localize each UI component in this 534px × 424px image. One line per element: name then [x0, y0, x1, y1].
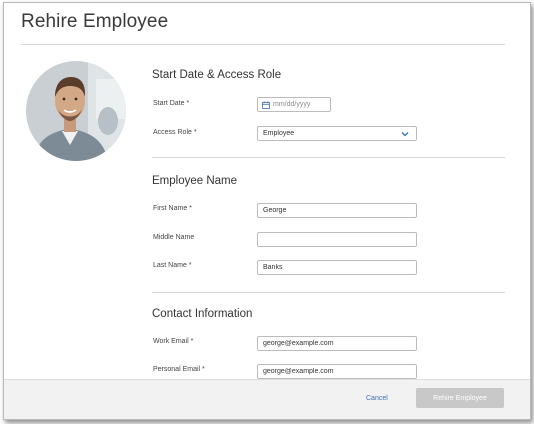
- calendar-icon: [262, 100, 270, 109]
- first-name-field[interactable]: [257, 203, 417, 218]
- dialog-footer: Cancel Rehire Employee: [4, 379, 530, 419]
- work-email-label: Work Email *: [153, 338, 194, 345]
- middle-name-label: Middle Name: [153, 234, 195, 241]
- last-name-field[interactable]: [257, 260, 417, 275]
- section-title-employee-name: Employee Name: [152, 175, 238, 187]
- access-role-value: Employee: [263, 130, 295, 137]
- rehire-employee-button[interactable]: Rehire Employee: [416, 388, 504, 408]
- section-divider-1: [152, 157, 505, 158]
- first-name-label: First Name *: [153, 205, 192, 212]
- employee-avatar: [26, 61, 126, 161]
- personal-email-field[interactable]: [257, 364, 417, 379]
- dialog-title: Rehire Employee: [21, 11, 169, 32]
- title-divider: [21, 44, 505, 45]
- work-email-field[interactable]: [257, 336, 417, 351]
- section-divider-2: [152, 292, 505, 293]
- middle-name-field[interactable]: [257, 232, 417, 247]
- chevron-down-icon: [401, 131, 409, 136]
- start-date-placeholder: mm/dd/yyyy: [273, 101, 311, 108]
- rehire-employee-dialog: Rehire Employee Start Date & Access Role…: [3, 2, 531, 420]
- section-title-start-date: Start Date & Access Role: [152, 69, 282, 81]
- start-date-input[interactable]: mm/dd/yyyy: [257, 97, 331, 112]
- cancel-button[interactable]: Cancel: [366, 395, 388, 402]
- last-name-label: Last Name *: [153, 262, 192, 269]
- access-role-label: Access Role *: [153, 129, 197, 136]
- section-title-contact-info: Contact Information: [152, 308, 253, 320]
- personal-email-label: Personal Email *: [153, 366, 205, 373]
- employee-photo: [26, 61, 126, 161]
- start-date-label: Start Date *: [153, 100, 190, 107]
- access-role-select[interactable]: Employee: [257, 126, 417, 141]
